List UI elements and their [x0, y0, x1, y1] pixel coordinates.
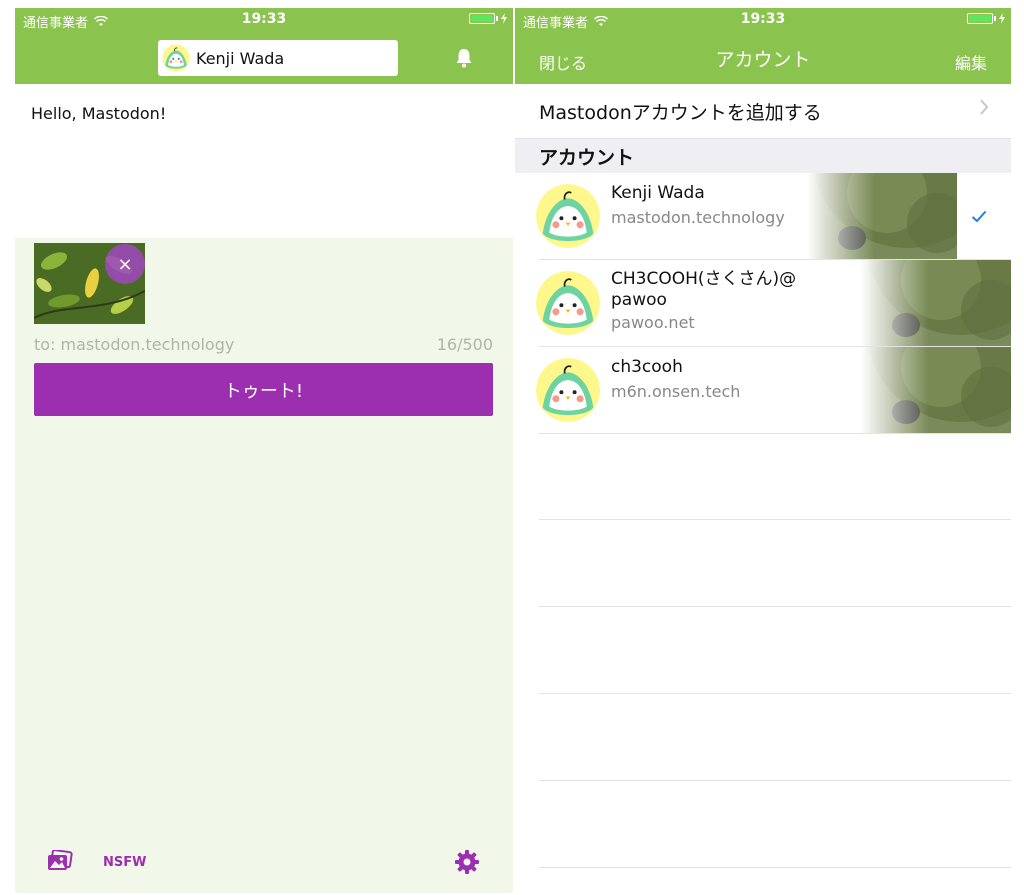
bell-icon[interactable]: [455, 48, 473, 68]
account-host: pawoo.net: [611, 313, 695, 332]
row-divider: [539, 867, 1011, 868]
page-title: アカウント: [715, 49, 811, 71]
avatar: [162, 44, 190, 72]
row-divider: [539, 433, 1011, 434]
account-name: CH3COOH(さくさん)@ pawoo: [611, 269, 797, 310]
toot-button-label: トゥート!: [223, 380, 304, 402]
account-name: Kenji Wada: [196, 48, 285, 68]
clock: 19:33: [241, 11, 287, 27]
visibility-target: to: mastodon.technology: [34, 335, 235, 354]
status-bar: 通信事業者 19:33: [515, 8, 1011, 31]
account-host: m6n.onsen.tech: [611, 382, 741, 401]
chevron-right-icon: [980, 99, 989, 115]
header-image: [861, 347, 1011, 433]
row-divider: [539, 519, 1011, 520]
compose-navbar: 通信事業者 19:33 Kenji Wada: [15, 8, 513, 84]
section-header: アカウント: [515, 139, 1011, 173]
toot-button[interactable]: トゥート!: [34, 363, 493, 416]
compose-text: Hello, Mastodon!: [31, 104, 167, 123]
edit-button[interactable]: 編集: [955, 50, 987, 74]
account-row[interactable]: Kenji Wada mastodon.technology: [515, 173, 1011, 260]
avatar: [535, 270, 601, 336]
add-account-row[interactable]: Mastodonアカウントを追加する: [515, 84, 1011, 139]
add-account-label: Mastodonアカウントを追加する: [539, 101, 822, 124]
account-row[interactable]: CH3COOH(さくさん)@ pawoo pawoo.net: [515, 260, 1011, 347]
account-name: ch3cooh: [611, 357, 683, 377]
photos-icon[interactable]: [47, 850, 73, 872]
account-host: mastodon.technology: [611, 208, 785, 227]
nsfw-toggle[interactable]: NSFW: [103, 855, 146, 870]
status-bar: 通信事業者 19:33: [15, 8, 513, 31]
close-icon: ×: [117, 253, 133, 275]
charging-icon: [501, 13, 507, 24]
header-image: [861, 260, 1011, 346]
compose-screen: 通信事業者 19:33 Kenji Wada Hello, Mastodon!: [15, 8, 513, 893]
accounts-navbar: 通信事業者 19:33 閉じる アカウント 編集: [515, 8, 1011, 84]
account-name: Kenji Wada: [611, 183, 705, 203]
account-row[interactable]: ch3cooh m6n.onsen.tech: [515, 347, 1011, 434]
avatar: [535, 183, 601, 249]
remove-image-button[interactable]: ×: [105, 244, 145, 284]
row-divider: [539, 606, 1011, 607]
row-divider: [539, 780, 1011, 781]
charging-icon: [999, 13, 1005, 24]
avatar: [535, 357, 601, 423]
account-switcher-button[interactable]: Kenji Wada: [158, 40, 398, 76]
character-count: 16/500: [436, 335, 493, 354]
accounts-screen: 通信事業者 19:33 閉じる アカウント 編集 Mastodonアカウントを追…: [515, 8, 1011, 893]
battery-icon: [967, 13, 993, 24]
compose-meta: to: mastodon.technology 16/500: [34, 335, 493, 354]
compose-textarea[interactable]: Hello, Mastodon!: [15, 84, 513, 238]
clock: 19:33: [740, 11, 786, 27]
checkmark-icon: [971, 210, 987, 223]
gear-icon[interactable]: [454, 849, 480, 875]
battery-icon: [469, 13, 495, 24]
row-divider: [539, 693, 1011, 694]
